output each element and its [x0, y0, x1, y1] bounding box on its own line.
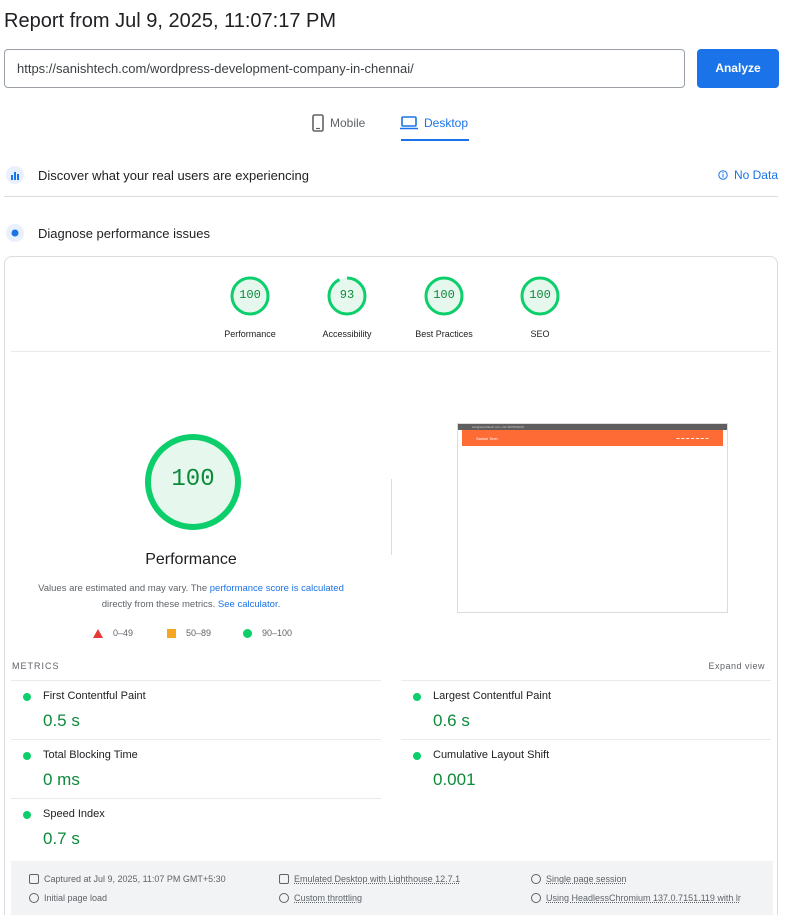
initial-load: Initial page load [29, 893, 107, 903]
score-value: 100 [239, 288, 261, 302]
performance-score: 100 [171, 466, 215, 493]
screenshot-header: Sanish Tech ▬ ▬ ▬ ▬ ▬ ▬ ▬ [462, 430, 723, 446]
session-type[interactable]: Single page session [531, 874, 767, 884]
timer-icon [29, 893, 39, 903]
divider [11, 351, 771, 352]
initial-load-text: Initial page load [44, 893, 108, 903]
score-value: 100 [433, 288, 455, 302]
emulated-device[interactable]: Emulated Desktop with Lighthouse 12.7.1 [279, 874, 460, 884]
report-title: Report from Jul 9, 2025, 11:07:17 PM [4, 10, 337, 32]
diagnose-label: Diagnose performance issues [38, 225, 210, 241]
circle-icon [243, 628, 252, 638]
square-icon [167, 628, 176, 638]
legend-average: 50–89 [167, 628, 211, 638]
captured-at: Captured at Jul 9, 2025, 11:07 PM GMT+5:… [29, 874, 226, 884]
pass-dot-icon [413, 752, 421, 760]
no-data-indicator[interactable]: No Data [718, 168, 778, 182]
pass-dot-icon [413, 693, 421, 701]
score-value: 100 [529, 288, 551, 302]
expand-view-toggle[interactable]: Expand view [708, 661, 765, 671]
metric-value: 0.7 s [43, 829, 80, 848]
see-calculator-link[interactable]: See calculator. [218, 599, 280, 610]
screenshot-nav: ▬ ▬ ▬ ▬ ▬ ▬ ▬ [676, 436, 709, 440]
browser-text: Using HeadlessChromium 137.0.7151.119 wi… [546, 893, 741, 903]
score-legend: 0–49 50–89 90–100 [93, 628, 313, 642]
metric-name: Cumulative Layout Shift [433, 749, 550, 761]
score-label: SEO [530, 329, 550, 339]
pass-dot-icon [23, 693, 31, 701]
tab-selected-indicator [401, 139, 469, 141]
score-gauge-seo[interactable]: 100 SEO [495, 275, 585, 339]
metric-name: Speed Index [43, 808, 105, 820]
triangle-icon [93, 628, 103, 638]
metric-fcp: First Contentful Paint 0.5 s [11, 680, 381, 739]
legend-range: 90–100 [262, 628, 293, 638]
score-gauge-performance[interactable]: 100 Performance [205, 275, 295, 339]
emulated-text: Emulated Desktop with Lighthouse 12.7.1 [294, 874, 461, 884]
session-text: Single page session [546, 874, 627, 884]
screenshot-site-name: Sanish Tech [476, 435, 498, 441]
captured-text: Captured at Jul 9, 2025, 11:07 PM GMT+5:… [44, 874, 226, 884]
throttling[interactable]: Custom throttling [279, 893, 362, 903]
no-data-label: No Data [733, 168, 778, 182]
diagnose-section: Diagnose performance issues [4, 215, 778, 251]
score-gauge-accessibility[interactable]: 93 Accessibility [302, 275, 392, 339]
score-label: Performance [224, 329, 276, 339]
legend-fail: 0–49 [93, 628, 133, 638]
legend-range: 0–49 [113, 628, 134, 638]
device-tabs: Mobile Desktop [300, 105, 490, 141]
people-icon [531, 874, 541, 884]
note-text-2: directly from these metrics. [101, 599, 218, 610]
diagnose-icon [6, 224, 24, 242]
tab-desktop-label: Desktop [424, 116, 469, 130]
metric-value: 0.5 s [43, 711, 80, 730]
metric-si: Speed Index 0.7 s [11, 798, 381, 857]
chrome-icon [531, 893, 541, 903]
browser-version[interactable]: Using HeadlessChromium 137.0.7151.119 wi… [531, 893, 767, 903]
legend-range: 50–89 [186, 628, 212, 638]
phone-icon [312, 114, 324, 132]
metric-lcp: Largest Contentful Paint 0.6 s [401, 680, 771, 739]
calendar-icon [29, 874, 39, 884]
pass-dot-icon [23, 752, 31, 760]
final-screenshot[interactable]: info@sanishtech.com +91 9876543210 Sanis… [457, 423, 728, 613]
info-icon [718, 170, 728, 180]
lighthouse-report-card: 100 Performance 93 Accessibility 100 Bes… [4, 256, 778, 915]
laptop-icon [279, 874, 289, 884]
runtime-settings-footer: Captured at Jul 9, 2025, 11:07 PM GMT+5:… [11, 861, 773, 915]
score-label: Best Practices [415, 329, 473, 339]
performance-big-gauge: 100 [143, 432, 243, 532]
category-scores: 100 Performance 93 Accessibility 100 Bes… [205, 275, 565, 345]
vertical-separator [391, 479, 392, 555]
metric-name: Largest Contentful Paint [433, 690, 552, 702]
field-data-section[interactable]: Discover what your real users are experi… [4, 154, 778, 197]
laptop-icon [400, 116, 418, 130]
pass-dot-icon [23, 811, 31, 819]
tab-desktop[interactable]: Desktop [400, 105, 468, 141]
metric-name: First Contentful Paint [43, 690, 146, 702]
metric-value: 0.6 s [433, 711, 470, 730]
note-text: Values are estimated and may vary. The [38, 583, 210, 594]
metrics-heading: METRICS [12, 661, 60, 671]
metric-value: 0 ms [43, 770, 80, 789]
analyze-button[interactable]: Analyze [697, 49, 779, 88]
throttling-text: Custom throttling [294, 893, 363, 903]
metric-name: Total Blocking Time [43, 749, 138, 761]
score-value: 93 [339, 288, 355, 302]
metric-value: 0.001 [433, 770, 476, 789]
metric-tbt: Total Blocking Time 0 ms [11, 739, 381, 798]
metric-cls: Cumulative Layout Shift 0.001 [401, 739, 771, 798]
users-chart-icon [6, 166, 24, 184]
tab-mobile[interactable]: Mobile [312, 105, 365, 141]
url-input[interactable]: https://sanishtech.com/wordpress-develop… [4, 49, 685, 88]
score-label: Accessibility [322, 329, 372, 339]
performance-title: Performance [145, 551, 237, 568]
performance-note: Values are estimated and may vary. The p… [31, 581, 351, 613]
score-gauge-best-practices[interactable]: 100 Best Practices [399, 275, 489, 339]
legend-pass: 90–100 [243, 628, 292, 638]
discover-label: Discover what your real users are experi… [38, 167, 309, 183]
wifi-icon [279, 893, 289, 903]
score-calculated-link[interactable]: performance score is calculated [210, 583, 344, 594]
tab-mobile-label: Mobile [330, 116, 366, 130]
